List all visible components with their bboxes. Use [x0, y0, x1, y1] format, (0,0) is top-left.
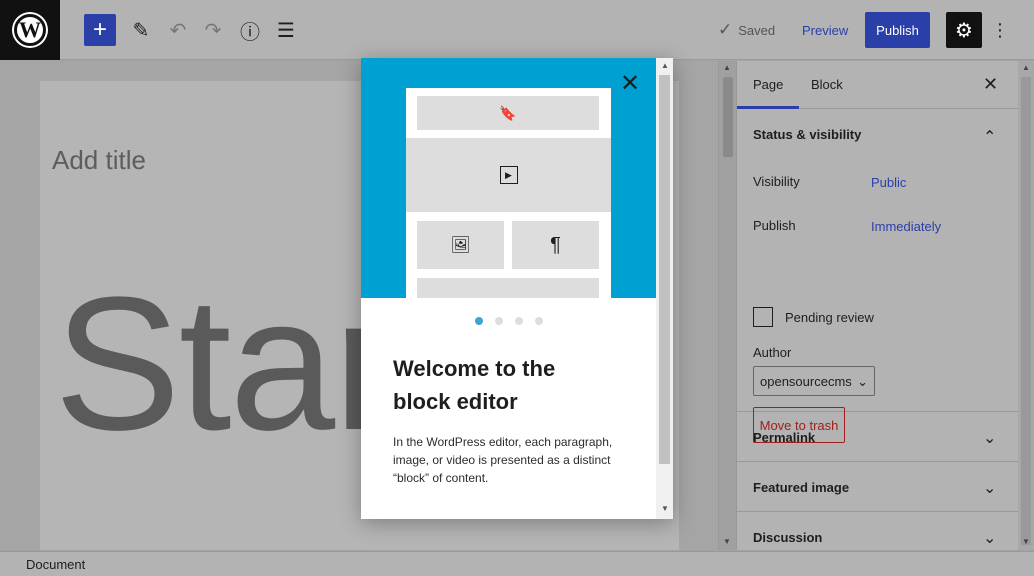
scroll-down-arrow-icon[interactable]: ▼ — [1022, 537, 1030, 546]
visibility-toggle[interactable]: Public — [871, 175, 906, 190]
scroll-up-arrow-icon[interactable]: ▲ — [661, 61, 669, 70]
status-visibility-title[interactable]: Status & visibility — [753, 127, 861, 142]
canvas-scroll-thumb[interactable] — [723, 77, 733, 157]
scroll-down-arrow-icon[interactable]: ▼ — [661, 504, 669, 513]
canvas-scrollbar[interactable]: ▲ ▼ — [718, 61, 736, 550]
illustration-block — [417, 278, 599, 298]
chevron-down-icon: ⌄ — [857, 374, 868, 389]
status-visibility-panel: Status & visibility ⌃ Visibility Public … — [737, 109, 1018, 443]
close-icon[interactable]: ✕ — [617, 70, 643, 97]
welcome-title: Welcome to the block editor — [393, 356, 556, 414]
welcome-description: In the WordPress editor, each paragraph,… — [393, 435, 613, 485]
illustration-phone: 🔖 ▶ 🖼 ¶ — [406, 88, 611, 298]
block-breadcrumb-bar: Document — [0, 551, 1034, 576]
scroll-up-arrow-icon[interactable]: ▲ — [1022, 63, 1030, 72]
post-title-placeholder[interactable]: Add title — [52, 145, 146, 176]
featured-image-panel[interactable]: Featured image ⌄ — [737, 462, 1018, 512]
publish-label: Publish — [753, 218, 796, 233]
chevron-down-icon[interactable]: ⌄ — [983, 428, 996, 448]
visibility-label: Visibility — [753, 174, 800, 189]
saved-label: Saved — [738, 22, 776, 38]
check-icon: ✓ — [718, 20, 733, 39]
tools-pencil-icon[interactable]: ✎ — [125, 14, 157, 46]
discussion-title[interactable]: Discussion — [753, 530, 822, 545]
sidebar-tabs: Page Block ✕ — [737, 61, 1018, 109]
preview-button[interactable]: Preview — [802, 23, 848, 38]
list-view-icon[interactable]: ☰ — [270, 14, 302, 46]
author-select[interactable]: opensourcecms ⌄ — [753, 366, 875, 396]
featured-image-title[interactable]: Featured image — [753, 480, 849, 495]
wordpress-icon: W — [14, 14, 46, 46]
page-dot-1[interactable] — [475, 317, 483, 325]
chevron-up-icon[interactable]: ⌃ — [983, 127, 996, 147]
editor-toolbar: W + ✎ ↶ ↷ ⓘ ☰ ✓ Saved Preview Publish ⚙ … — [0, 0, 1034, 60]
page-dot-3[interactable] — [515, 317, 523, 325]
page-indicator — [475, 317, 543, 325]
saved-status: ✓ Saved — [718, 20, 775, 40]
image-icon: 🖼 — [417, 221, 504, 269]
sidebar-scrollbar[interactable]: ▲ ▼ — [1018, 61, 1034, 550]
undo-icon[interactable]: ↶ — [162, 14, 194, 46]
chevron-down-icon[interactable]: ⌄ — [983, 528, 996, 548]
scroll-up-arrow-icon[interactable]: ▲ — [723, 63, 731, 72]
block-inserter-button[interactable]: + — [84, 14, 116, 46]
redo-icon[interactable]: ↷ — [197, 14, 229, 46]
settings-gear-icon[interactable]: ⚙ — [946, 12, 982, 48]
page-dot-2[interactable] — [495, 317, 503, 325]
more-options-icon[interactable]: ⋮ — [990, 18, 1010, 42]
paragraph-pilcrow-icon: ¶ — [512, 221, 599, 269]
publish-button[interactable]: Publish — [865, 12, 930, 48]
video-play-icon: ▶ — [406, 138, 611, 212]
scroll-down-arrow-icon[interactable]: ▼ — [723, 537, 731, 546]
chevron-down-icon[interactable]: ⌄ — [983, 478, 996, 498]
settings-sidebar: Page Block ✕ Status & visibility ⌃ Visib… — [736, 61, 1018, 550]
details-info-icon[interactable]: ⓘ — [234, 14, 266, 46]
welcome-guide-modal: 🔖 ▶ 🖼 ¶ ✕ Welcome to the block editor In… — [361, 58, 673, 519]
page-dot-4[interactable] — [535, 317, 543, 325]
publish-date-toggle[interactable]: Immediately — [871, 219, 941, 234]
permalink-title[interactable]: Permalink — [753, 430, 815, 445]
wordpress-logo-button[interactable]: W — [0, 0, 60, 60]
sidebar-scroll-thumb[interactable] — [1021, 77, 1031, 545]
pending-review-checkbox[interactable] — [753, 307, 773, 327]
welcome-illustration: 🔖 ▶ 🖼 ¶ ✕ — [361, 58, 656, 298]
bookmark-icon: 🔖 — [417, 96, 599, 130]
discussion-panel[interactable]: Discussion ⌄ — [737, 512, 1018, 550]
author-label: Author — [753, 345, 792, 360]
tab-block[interactable]: Block — [811, 77, 843, 92]
breadcrumb-document[interactable]: Document — [26, 557, 85, 572]
paragraph-block[interactable]: Star — [54, 269, 396, 459]
modal-scrollbar[interactable]: ▲ ▼ — [656, 58, 673, 519]
permalink-panel[interactable]: Permalink ⌄ — [737, 412, 1018, 462]
author-selected-value: opensourcecms — [760, 374, 852, 389]
pending-review-label[interactable]: Pending review — [785, 310, 874, 325]
modal-scroll-thumb[interactable] — [659, 75, 670, 464]
close-sidebar-icon[interactable]: ✕ — [983, 74, 998, 95]
tab-page[interactable]: Page — [737, 77, 800, 109]
